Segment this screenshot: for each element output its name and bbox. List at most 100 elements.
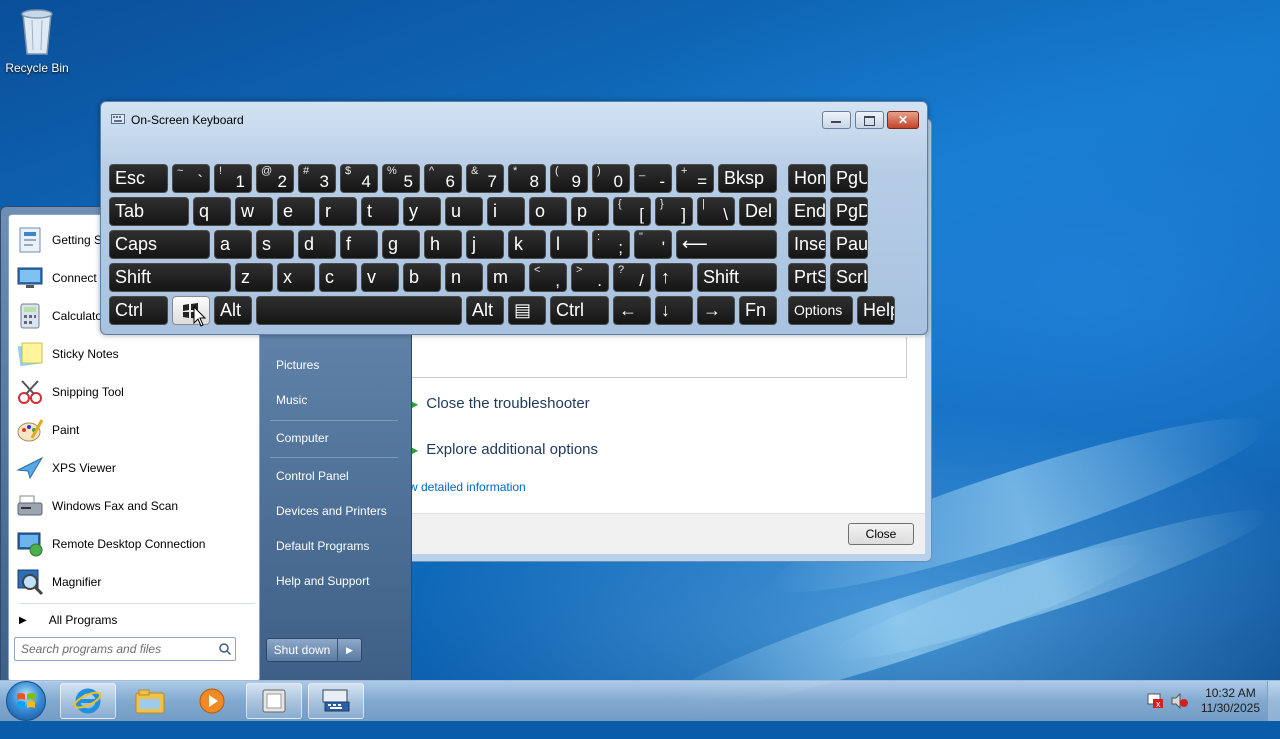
key-x[interactable]: x xyxy=(277,263,315,292)
osk-titlebar[interactable]: On-Screen Keyboard xyxy=(111,112,244,128)
windows-explorer-button[interactable] xyxy=(122,683,178,719)
key-7[interactable]: & 7 xyxy=(466,164,504,193)
key-options[interactable]: Options xyxy=(788,296,853,325)
key-del[interactable]: Del xyxy=(739,197,777,226)
key-v[interactable]: v xyxy=(361,263,399,292)
key-4[interactable]: $4 xyxy=(340,164,378,193)
key-rbracket[interactable]: }] xyxy=(655,197,693,226)
key-8[interactable]: * 8 xyxy=(508,164,546,193)
key-u[interactable]: u xyxy=(445,197,483,226)
program-sticky-notes[interactable]: Sticky Notes xyxy=(15,337,255,371)
key-home[interactable]: Home xyxy=(788,164,826,193)
key-insert[interactable]: Insert xyxy=(788,230,826,259)
control-panel-link[interactable]: Control Panel xyxy=(268,461,408,491)
key-lctrl[interactable]: Ctrl xyxy=(109,296,168,325)
close-troubleshooter-option[interactable]: ▶ Close the troubleshooter xyxy=(409,395,590,412)
explore-options-option[interactable]: ▶ Explore additional options xyxy=(409,441,598,458)
key-down[interactable]: ↓ xyxy=(655,296,693,325)
show-desktop-button[interactable] xyxy=(1267,681,1280,721)
key-quote[interactable]: " ' xyxy=(634,230,672,259)
key-prtscn[interactable]: PrtScn xyxy=(788,263,826,292)
key-ralt[interactable]: Alt xyxy=(466,296,504,325)
key-g[interactable]: g xyxy=(382,230,420,259)
key-s[interactable]: s xyxy=(256,230,294,259)
key-menu[interactable]: ▤ xyxy=(508,296,546,325)
key-o[interactable]: o xyxy=(529,197,567,226)
media-player-button[interactable] xyxy=(184,683,240,719)
close-window-button[interactable]: ✕ xyxy=(887,111,919,129)
program-xps-viewer[interactable]: XPS Viewer xyxy=(15,451,255,485)
key-rshift[interactable]: Shift xyxy=(697,263,777,292)
key-esc[interactable]: Esc xyxy=(109,164,168,193)
key-w[interactable]: w xyxy=(235,197,273,226)
key-end[interactable]: End xyxy=(788,197,826,226)
key-pgdn[interactable]: PgDn xyxy=(830,197,868,226)
troubleshooter-taskbar-button[interactable] xyxy=(246,683,302,719)
recycle-bin[interactable]: Recycle Bin xyxy=(4,6,70,75)
key-l[interactable]: l xyxy=(550,230,588,259)
view-details-link[interactable]: w detailed information xyxy=(409,480,526,494)
key-lalt[interactable]: Alt xyxy=(214,296,252,325)
key-tab[interactable]: Tab xyxy=(109,197,189,226)
default-programs-link[interactable]: Default Programs xyxy=(268,531,408,561)
program-magnifier[interactable]: Magnifier xyxy=(15,565,255,599)
key-1[interactable]: ! 1 xyxy=(214,164,252,193)
key-y[interactable]: y xyxy=(403,197,441,226)
key-pause[interactable]: Pause xyxy=(830,230,868,259)
key-slash[interactable]: ? / xyxy=(613,263,651,292)
key-caps[interactable]: Caps xyxy=(109,230,210,259)
key-0[interactable]: ) 0 xyxy=(592,164,630,193)
key-z[interactable]: z xyxy=(235,263,273,292)
close-button[interactable]: Close xyxy=(848,523,914,545)
internet-explorer-button[interactable] xyxy=(60,683,116,719)
start-button[interactable] xyxy=(6,681,46,721)
key-semicolon[interactable]: :; xyxy=(592,230,630,259)
action-center-icon[interactable]: x xyxy=(1146,693,1164,709)
key-tilde[interactable]: ~ ` xyxy=(172,164,210,193)
key-n[interactable]: n xyxy=(445,263,483,292)
key-a[interactable]: a xyxy=(214,230,252,259)
key-e[interactable]: e xyxy=(277,197,315,226)
all-programs-button[interactable]: ▶ All Programs xyxy=(19,609,259,631)
key-m[interactable]: m xyxy=(487,263,525,292)
key-p[interactable]: p xyxy=(571,197,609,226)
volume-muted-icon[interactable] xyxy=(1170,692,1188,710)
key-d[interactable]: d xyxy=(298,230,336,259)
key-minus[interactable]: _ - xyxy=(634,164,672,193)
key-r[interactable]: r xyxy=(319,197,357,226)
key-c[interactable]: c xyxy=(319,263,357,292)
search-input[interactable]: Search programs and files xyxy=(14,637,236,661)
program-snipping-tool[interactable]: Snipping Tool xyxy=(15,375,255,409)
on-screen-keyboard-taskbar-button[interactable] xyxy=(308,683,364,719)
key-period[interactable]: >. xyxy=(571,263,609,292)
key-lshift[interactable]: Shift xyxy=(109,263,231,292)
key-i[interactable]: i xyxy=(487,197,525,226)
music-link[interactable]: Music xyxy=(268,385,408,415)
key-h[interactable]: h xyxy=(424,230,462,259)
maximize-button[interactable] xyxy=(855,111,884,129)
computer-link[interactable]: Computer xyxy=(268,423,408,453)
devices-printers-link[interactable]: Devices and Printers xyxy=(268,496,408,526)
key-5[interactable]: % 5 xyxy=(382,164,420,193)
key-k[interactable]: k xyxy=(508,230,546,259)
key-fn[interactable]: Fn xyxy=(739,296,777,325)
key-right[interactable]: → xyxy=(697,296,735,325)
clock[interactable]: 10:32 AM 11/30/2025 xyxy=(1201,686,1260,716)
program-paint[interactable]: Paint xyxy=(15,413,255,447)
key-enter[interactable]: ⟵ xyxy=(676,230,777,259)
program-fax-scan[interactable]: Windows Fax and Scan xyxy=(15,489,255,523)
key-lbracket[interactable]: {[ xyxy=(613,197,651,226)
key-rctrl[interactable]: Ctrl xyxy=(550,296,609,325)
key-t[interactable]: t xyxy=(361,197,399,226)
shutdown-button[interactable]: Shut down ▶ xyxy=(266,638,362,662)
key-equals[interactable]: + = xyxy=(676,164,714,193)
key-6[interactable]: ^ 6 xyxy=(424,164,462,193)
key-j[interactable]: j xyxy=(466,230,504,259)
key-space[interactable] xyxy=(256,296,462,325)
key-bksp[interactable]: Bksp xyxy=(718,164,777,193)
key-2[interactable]: @2 xyxy=(256,164,294,193)
program-remote-desktop[interactable]: Remote Desktop Connection xyxy=(15,527,255,561)
minimize-button[interactable] xyxy=(822,111,851,129)
key-scrlk[interactable]: ScrLk xyxy=(830,263,868,292)
key-comma[interactable]: <, xyxy=(529,263,567,292)
